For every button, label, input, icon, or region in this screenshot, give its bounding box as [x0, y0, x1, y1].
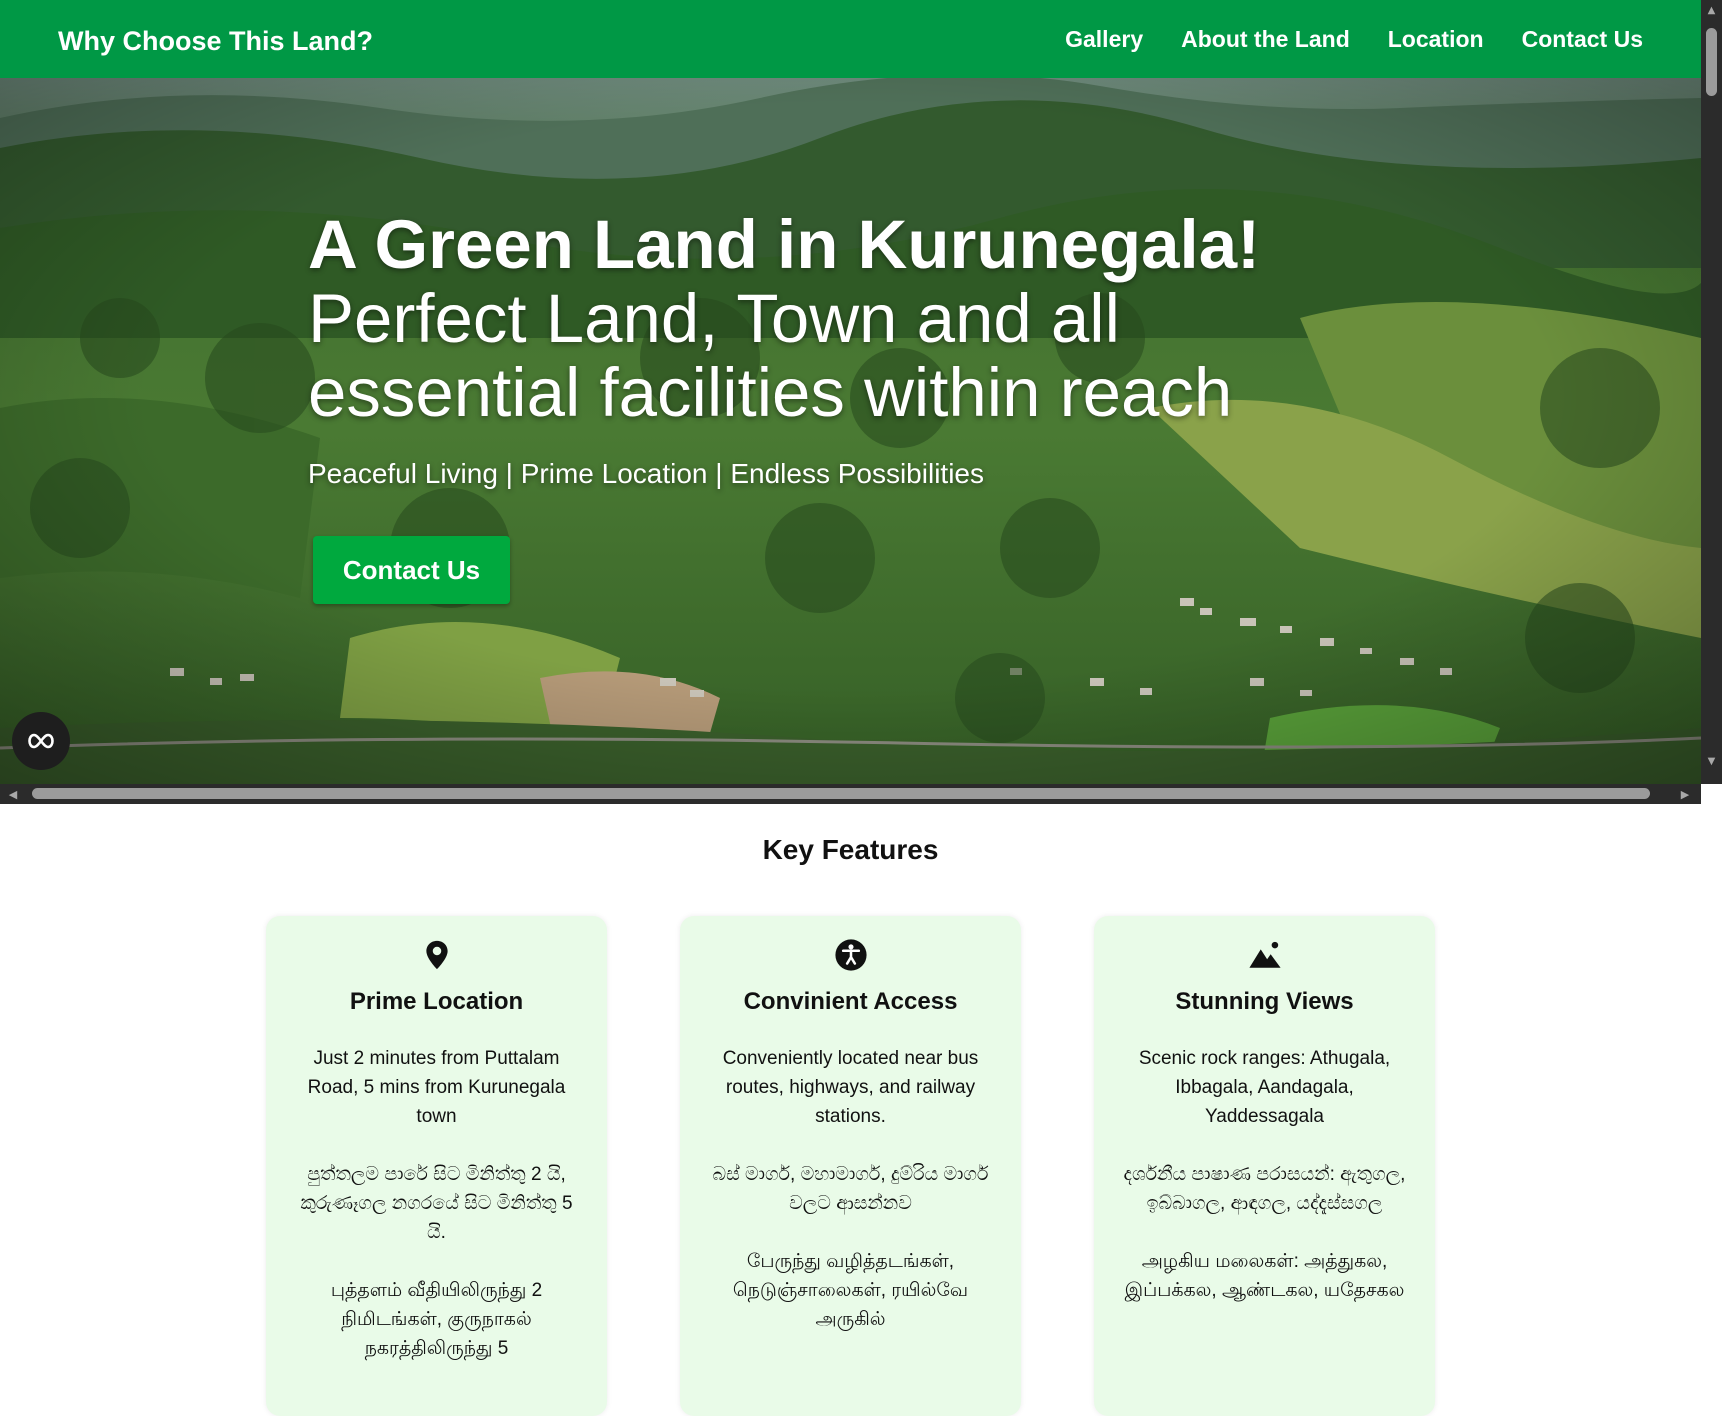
- floating-widget-button[interactable]: [12, 712, 70, 770]
- infinity-icon: [28, 733, 54, 749]
- map-pin-icon: [425, 940, 448, 970]
- hero-text-block: A Green Land in Kurunegala! Perfect Land…: [308, 208, 1408, 490]
- accessibility-icon: [834, 939, 867, 971]
- top-nav-bar: Why Choose This Land? Gallery About the …: [0, 0, 1701, 78]
- horizontal-scroll-thumb[interactable]: [32, 788, 1650, 799]
- feature-card-title: Prime Location: [349, 988, 524, 1015]
- hero-contact-button[interactable]: Contact Us: [313, 536, 510, 604]
- hero-title-line-1: A Green Land in Kurunegala!: [308, 206, 1261, 283]
- site-brand[interactable]: Why Choose This Land?: [58, 26, 373, 57]
- main-nav: Gallery About the Land Location Contact …: [1065, 26, 1643, 53]
- horizontal-scrollbar[interactable]: ◀ ▶: [0, 784, 1701, 804]
- feature-text-english: Just 2 minutes from Puttalam Road, 5 min…: [307, 1048, 566, 1127]
- hero-section: A Green Land in Kurunegala! Perfect Land…: [0, 78, 1701, 784]
- nav-link-gallery[interactable]: Gallery: [1065, 26, 1143, 53]
- key-features-section: Key Features Prime Location Just 2 minut…: [0, 804, 1722, 1416]
- feature-card-convenient-access: Convinient Access Conveniently located n…: [680, 916, 1021, 1416]
- scroll-right-arrow-icon[interactable]: ▶: [1678, 787, 1692, 801]
- scroll-down-arrow-icon[interactable]: ▼: [1705, 755, 1718, 768]
- feature-text-tamil: அழகிய மலைகள்: அத்துகல, இப்பக்கல, ஆண்டகல,…: [1124, 1251, 1405, 1301]
- feature-text-sinhala: පුත්තලම පාරේ සිට මිනිත්තු 2 යි, කුරුණෑගල…: [300, 1164, 573, 1243]
- feature-card-title: Stunning Views: [1175, 988, 1354, 1015]
- nav-link-location[interactable]: Location: [1388, 26, 1484, 53]
- hero-title-line-3: essential facilities within reach: [308, 354, 1233, 431]
- feature-card-stunning-views: Stunning Views Scenic rock ranges: Athug…: [1094, 916, 1435, 1416]
- scroll-up-arrow-icon[interactable]: ▲: [1705, 4, 1718, 17]
- vertical-scroll-thumb[interactable]: [1706, 28, 1717, 96]
- feature-card-title: Convinient Access: [743, 988, 958, 1015]
- feature-card-prime-location: Prime Location Just 2 minutes from Putta…: [266, 916, 607, 1416]
- section-title: Key Features: [762, 834, 939, 865]
- feature-text-sinhala: බස් මාර්ග, මහාමාර්ග, දුම්රිය මාර්ග වලට ආ…: [712, 1164, 989, 1214]
- vertical-scrollbar[interactable]: ▲ ▼: [1701, 0, 1722, 784]
- feature-text-tamil: புத்தளம் வீதியிலிருந்து 2 நிமிடங்கள், கு…: [330, 1280, 543, 1359]
- scroll-left-arrow-icon[interactable]: ◀: [6, 787, 20, 801]
- mountain-icon: [1248, 941, 1281, 968]
- nav-link-contact[interactable]: Contact Us: [1522, 26, 1643, 53]
- nav-link-about[interactable]: About the Land: [1181, 26, 1350, 53]
- hero-tagline: Peaceful Living | Prime Location | Endle…: [308, 458, 984, 489]
- feature-text-english: Conveniently located near bus routes, hi…: [722, 1048, 979, 1127]
- feature-text-tamil: பேருந்து வழித்தடங்கள், நெடுஞ்சாலைகள், ரய…: [732, 1251, 969, 1330]
- feature-text-sinhala: දර්ශනීය පාෂාණ පරාසයන්: ඇතුගල, ඉබ්බාගල, ආ…: [1123, 1164, 1406, 1214]
- hero-title-line-2: Perfect Land, Town and all: [308, 280, 1120, 357]
- feature-text-english: Scenic rock ranges: Athugala, Ibbagala, …: [1138, 1048, 1391, 1127]
